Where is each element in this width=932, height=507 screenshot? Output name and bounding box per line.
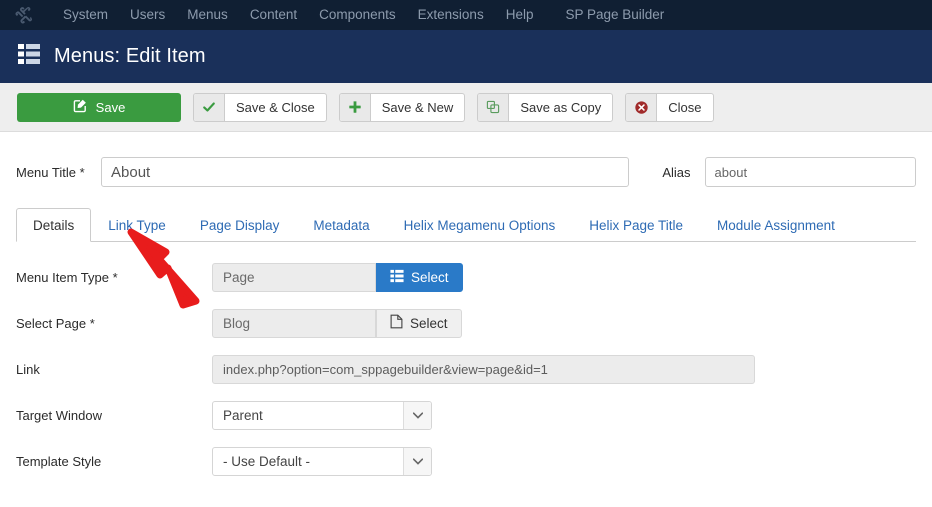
select-page-label: Select Page * <box>16 316 212 331</box>
edit-square-icon <box>73 98 88 116</box>
link-value: index.php?option=com_sppagebuilder&view=… <box>212 355 755 384</box>
menu-item-type-select-label: Select <box>411 270 449 285</box>
plus-icon <box>340 94 371 121</box>
tab-helix-page-title[interactable]: Helix Page Title <box>572 208 700 242</box>
select-page-value: Blog <box>212 309 376 338</box>
link-label: Link <box>16 362 212 377</box>
page-title: Menus: Edit Item <box>54 45 206 68</box>
file-icon <box>390 314 403 332</box>
menu-item-type-label: Menu Item Type * <box>16 270 212 285</box>
target-window-label: Target Window <box>16 408 212 423</box>
target-window-select[interactable]: Parent <box>212 401 432 430</box>
menu-list-icon <box>18 43 54 70</box>
topnav-item-menus[interactable]: Menus <box>176 0 239 30</box>
template-style-label: Template Style <box>16 454 212 469</box>
menu-item-type-value: Page <box>212 263 376 292</box>
editor-toolbar: Save Save & Close Save & New Save as Cop… <box>0 83 932 132</box>
target-window-row: Target Window Parent <box>16 392 916 438</box>
select-page-row: Select Page * Blog Select <box>16 300 916 346</box>
save-and-new-button[interactable]: Save & New <box>339 93 466 122</box>
menu-title-input[interactable]: About <box>101 157 629 187</box>
topnav-item-system[interactable]: System <box>52 0 119 30</box>
page-header: Menus: Edit Item <box>0 30 932 83</box>
close-circle-icon <box>626 94 657 121</box>
topnav-item-sp-page-builder[interactable]: SP Page Builder <box>554 0 675 30</box>
save-as-copy-label: Save as Copy <box>509 94 612 121</box>
topnav-item-content[interactable]: Content <box>239 0 308 30</box>
template-style-value: - Use Default - <box>213 448 403 475</box>
link-row: Link index.php?option=com_sppagebuilder&… <box>16 346 916 392</box>
tab-link-type[interactable]: Link Type <box>91 208 183 242</box>
save-and-close-label: Save & Close <box>225 94 326 121</box>
chevron-down-icon <box>403 448 431 475</box>
joomla-logo-icon[interactable] <box>14 5 52 25</box>
save-as-copy-button[interactable]: Save as Copy <box>477 93 613 122</box>
save-button-label: Save <box>96 100 126 115</box>
close-button-label: Close <box>657 94 712 121</box>
tab-module-assignment[interactable]: Module Assignment <box>700 208 852 242</box>
tab-metadata[interactable]: Metadata <box>296 208 386 242</box>
save-and-new-label: Save & New <box>371 94 465 121</box>
target-window-value: Parent <box>213 402 403 429</box>
save-button[interactable]: Save <box>17 93 181 122</box>
topnav-item-extensions[interactable]: Extensions <box>407 0 495 30</box>
select-page-select-label: Select <box>410 316 448 331</box>
check-icon <box>194 94 225 121</box>
template-style-row: Template Style - Use Default - <box>16 438 916 484</box>
tab-bar: Details Link Type Page Display Metadata … <box>16 208 916 242</box>
list-icon <box>390 269 404 286</box>
alias-input[interactable]: about <box>705 157 916 187</box>
topnav-item-users[interactable]: Users <box>119 0 176 30</box>
topnav-item-components[interactable]: Components <box>308 0 407 30</box>
alias-label: Alias <box>662 165 690 180</box>
title-row: Menu Title * About Alias about <box>16 132 916 187</box>
tab-details[interactable]: Details <box>16 208 91 242</box>
topnav-item-help[interactable]: Help <box>495 0 545 30</box>
select-page-select-button[interactable]: Select <box>376 309 462 338</box>
close-button[interactable]: Close <box>625 93 713 122</box>
menu-item-type-select-button[interactable]: Select <box>376 263 463 292</box>
tab-page-display[interactable]: Page Display <box>183 208 297 242</box>
form-body: Menu Title * About Alias about Details L… <box>0 132 932 484</box>
template-style-select[interactable]: - Use Default - <box>212 447 432 476</box>
tab-helix-megamenu-options[interactable]: Helix Megamenu Options <box>387 208 573 242</box>
menu-title-label: Menu Title * <box>16 165 101 180</box>
top-navigation-bar: System Users Menus Content Components Ex… <box>0 0 932 30</box>
save-and-close-button[interactable]: Save & Close <box>193 93 327 122</box>
menu-item-type-row: Menu Item Type * Page Select <box>16 254 916 300</box>
chevron-down-icon <box>403 402 431 429</box>
copy-icon <box>478 94 509 121</box>
